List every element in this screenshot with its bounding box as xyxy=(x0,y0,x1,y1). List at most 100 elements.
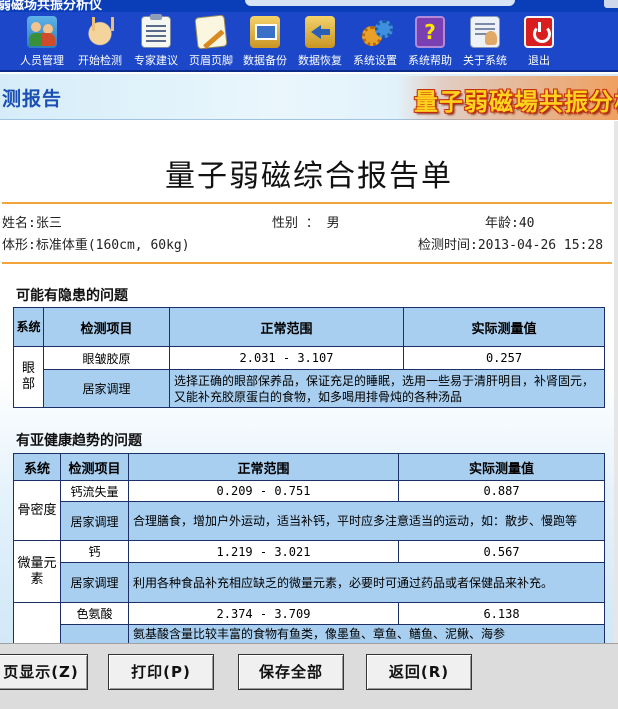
report-scroll-edge[interactable] xyxy=(614,121,618,643)
toolbar-label: 开始检测 xyxy=(78,54,122,67)
advice-row: 居家调理 合理膳食，增加户外运动，适当补钙，平时应多注意适当的运动，如：散步、慢… xyxy=(14,501,605,541)
report-view[interactable]: 量子弱磁综合报告单 姓名:张三 性别 ： 男 年龄:40 体形:标准体重(160… xyxy=(0,121,618,643)
toolbar-label: 系统设置 xyxy=(353,54,397,67)
advice-label-cell: 居家调理 xyxy=(60,501,129,541)
value-cell: 0.257 xyxy=(403,346,605,370)
print-button[interactable]: 打印(P) xyxy=(108,654,214,690)
table-row: 微量元素 钙 1.219 - 3.021 0.567 xyxy=(13,540,605,603)
toolbar-about-button[interactable]: 关于系统 xyxy=(457,16,513,72)
header-value: 实际测量值 xyxy=(398,453,605,481)
exit-icon xyxy=(524,16,554,48)
back-button[interactable]: 返回(R) xyxy=(366,654,472,690)
toolbar-exit-button[interactable]: 退出 xyxy=(514,16,564,72)
advice-row: 居家调理 利用各种食品补充相应缺乏的微量元素，必要时可通过药品或者保健品来补充。 xyxy=(14,562,605,603)
toolbar-label: 专家建议 xyxy=(134,54,178,67)
header-item: 检测项目 xyxy=(43,307,170,347)
value-cell: 0.567 xyxy=(398,540,605,563)
item-cell: 色氨酸 xyxy=(60,602,129,625)
toolbar-system-help-button[interactable]: ? 系统帮助 xyxy=(402,16,458,72)
about-icon xyxy=(470,16,500,48)
titlebar-field xyxy=(245,0,515,6)
table-header-row: 系统 检测项目 正常范围 实际测量值 xyxy=(13,453,605,481)
bottom-button-bar: 页显示(Z) 打印(P) 保存全部 返回(R) xyxy=(0,643,618,709)
item-cell: 钙 xyxy=(60,540,129,563)
system-cell: 微量元素 xyxy=(13,540,61,603)
toolbar-label: 关于系统 xyxy=(463,54,507,67)
range-cell: 1.219 - 3.021 xyxy=(128,540,399,563)
advice-row: 居家调理 选择正确的眼部保养品，保证充足的睡眠，选用一些易于清肝明目，补肾固元，… xyxy=(14,369,605,408)
patient-body-type: 体形:标准体重(160cm, 60kg) xyxy=(2,238,190,253)
report-header-band: 测报告 量子弱磁場共振分析 xyxy=(0,74,618,120)
divider xyxy=(2,262,612,264)
toolbar-user-management-button[interactable]: 人员管理 xyxy=(14,16,70,72)
table-row: 眼部 眼皱胶原 2.031 - 3.107 0.257 xyxy=(13,346,605,408)
range-cell: 0.209 - 0.751 xyxy=(128,480,399,502)
header-value: 实际测量值 xyxy=(403,307,605,347)
patient-gender: 性别 ： 男 xyxy=(272,216,340,231)
system-cell: 眼部 xyxy=(13,346,44,408)
gears-icon xyxy=(360,16,393,48)
pen-document-icon xyxy=(194,14,228,50)
report-title: 量子弱磁综合报告单 xyxy=(165,159,453,194)
users-icon xyxy=(27,16,57,48)
help-book-icon: ? xyxy=(415,16,445,48)
hand-icon xyxy=(85,16,115,48)
advice-label-cell xyxy=(60,624,129,643)
clipboard-icon xyxy=(141,14,171,48)
toolbar-label: 退出 xyxy=(528,54,550,67)
toolbar-data-restore-button[interactable]: 数据恢复 xyxy=(292,16,348,72)
value-cell: 0.887 xyxy=(398,480,605,502)
patient-age: 年龄:40 xyxy=(485,216,535,231)
toolbar-start-test-button[interactable]: 开始检测 xyxy=(72,16,128,72)
toolbar-label: 数据恢复 xyxy=(298,54,342,67)
toolbar-label: 数据备份 xyxy=(243,54,287,67)
advice-label-cell: 居家调理 xyxy=(43,369,170,408)
test-time: 检测时间:2013-04-26 15:28 xyxy=(418,238,604,253)
window-title: 弱磁场共振分析仪 xyxy=(0,0,103,12)
patient-name: 姓名:张三 xyxy=(2,216,62,231)
page-view-button[interactable]: 页显示(Z) xyxy=(0,654,88,690)
backup-icon xyxy=(250,16,280,48)
section-title-hidden-risk: 可能有隐患的问题 xyxy=(16,288,128,304)
restore-icon xyxy=(305,16,335,48)
table-header-row: 系统 检测项目 正常范围 实际测量值 xyxy=(13,307,605,347)
header-system: 系统 xyxy=(13,307,44,347)
subhealth-table: 系统 检测项目 正常范围 实际测量值 骨密度 钙流失量 0.209 - 0.75… xyxy=(13,453,605,643)
brand-logo-text: 量子弱磁場共振分析 xyxy=(414,88,618,116)
advice-text-cell: 利用各种食品补充相应缺乏的微量元素，必要时可通过药品或者保健品来补充。 xyxy=(128,562,605,603)
main-toolbar: 人员管理 开始检测 专家建议 页眉页脚 数据备份 数据恢复 系统设置 ? 系统帮… xyxy=(0,12,618,72)
header-item: 检测项目 xyxy=(60,453,129,481)
header-range: 正常范围 xyxy=(169,307,404,347)
header-range: 正常范围 xyxy=(128,453,399,481)
window-control-button[interactable] xyxy=(604,0,618,8)
advice-text-cell: 氨基酸含量比较丰富的食物有鱼类，像墨鱼、章鱼、鳝鱼、泥鳅、海参 xyxy=(128,624,605,643)
toolbar-header-footer-button[interactable]: 页眉页脚 xyxy=(183,14,239,72)
item-cell: 钙流失量 xyxy=(60,480,129,502)
advice-text-cell: 合理膳食，增加户外运动，适当补钙，平时应多注意适当的运动，如：散步、慢跑等 xyxy=(128,501,605,541)
toolbar-data-backup-button[interactable]: 数据备份 xyxy=(237,16,293,72)
table-row: 氨基 色氨酸 2.374 - 3.709 6.138 xyxy=(13,602,605,643)
item-cell: 眼皱胶原 xyxy=(43,346,170,370)
toolbar-label: 系统帮助 xyxy=(408,54,452,67)
range-cell: 2.031 - 3.107 xyxy=(169,346,404,370)
toolbar-label: 人员管理 xyxy=(20,54,64,67)
system-cell: 骨密度 xyxy=(13,480,61,541)
section-title-subhealth: 有亚健康趋势的问题 xyxy=(16,433,142,449)
advice-text-cell: 选择正确的眼部保养品，保证充足的睡眠，选用一些易于清肝明目，补肾固元，又能补充胶… xyxy=(169,369,605,408)
window-titlebar: 弱磁场共振分析仪 xyxy=(0,0,618,12)
toolbar-expert-advice-button[interactable]: 专家建议 xyxy=(128,14,184,72)
divider xyxy=(2,202,612,204)
system-cell: 氨基 xyxy=(13,602,61,643)
brand-banner: 量子弱磁場共振分析 xyxy=(396,76,618,120)
toolbar-system-settings-button[interactable]: 系统设置 xyxy=(347,16,403,72)
save-all-button[interactable]: 保存全部 xyxy=(238,654,344,690)
value-cell: 6.138 xyxy=(398,602,605,625)
page-title: 测报告 xyxy=(2,88,63,110)
advice-row: 氨基酸含量比较丰富的食物有鱼类，像墨鱼、章鱼、鳝鱼、泥鳅、海参 xyxy=(14,624,605,643)
advice-label-cell: 居家调理 xyxy=(60,562,129,603)
table-row: 骨密度 钙流失量 0.209 - 0.751 0.887 xyxy=(13,480,605,541)
header-system: 系统 xyxy=(13,453,61,481)
range-cell: 2.374 - 3.709 xyxy=(128,602,399,625)
hidden-risk-table: 系统 检测项目 正常范围 实际测量值 眼部 眼皱胶原 2.031 - 3.107… xyxy=(13,307,605,408)
toolbar-label: 页眉页脚 xyxy=(189,54,233,67)
